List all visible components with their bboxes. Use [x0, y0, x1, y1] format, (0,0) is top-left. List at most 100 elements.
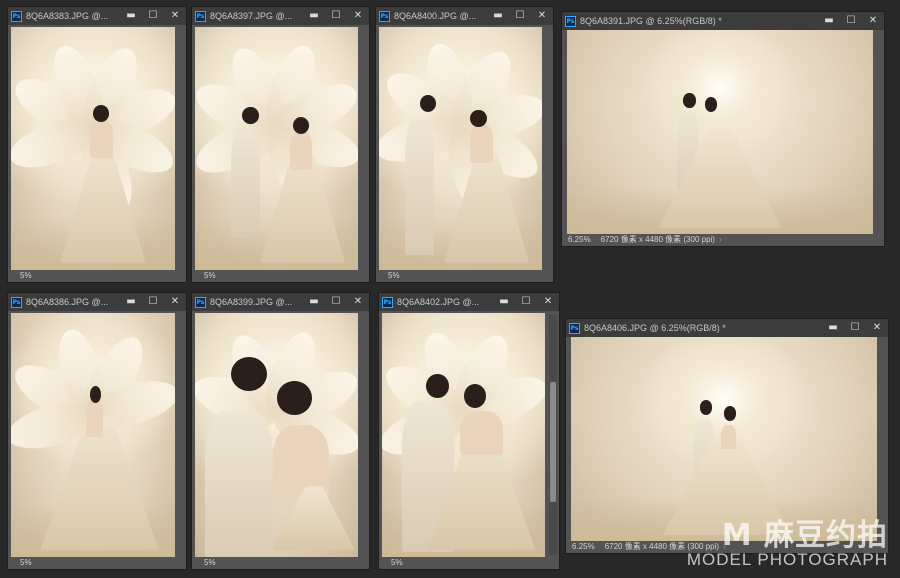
photoshop-icon: Ps — [11, 10, 22, 22]
window-title: 8Q6A8399.JPG @... — [210, 297, 293, 307]
photoshop-icon: Ps — [379, 10, 390, 22]
status-bar: 5% — [376, 270, 553, 282]
photo-canvas[interactable] — [11, 313, 175, 557]
minimize-icon[interactable]: ▬ — [487, 7, 509, 25]
zoom-level[interactable]: 5% — [8, 270, 32, 282]
document-dimensions: 6720 像素 x 4480 像素 (300 ppi) — [600, 235, 715, 244]
photo-canvas[interactable] — [571, 337, 877, 541]
window-title: 8Q6A8391.JPG @ 6.25%(RGB/8) * — [580, 16, 722, 26]
bride-head — [93, 104, 110, 122]
window-titlebar[interactable]: Ps 8Q6A8386.JPG @... ▬ ☐ ✕ — [8, 293, 186, 311]
groom-head — [242, 107, 259, 125]
window-titlebar[interactable]: Ps 8Q6A8391.JPG @ 6.25%(RGB/8) * ▬ ☐ ✕ — [562, 12, 884, 30]
bride-torso — [720, 424, 737, 450]
groom-figure — [405, 119, 435, 256]
maximize-icon[interactable]: ☐ — [325, 293, 347, 311]
status-bar: 6.25% 6720 像素 x 4480 像素 (300 ppi) › — [562, 234, 884, 246]
photoshop-icon: Ps — [569, 322, 580, 334]
window-title: 8Q6A8406.JPG @ 6.25%(RGB/8) * — [584, 323, 726, 333]
bride-head — [704, 97, 717, 112]
bride-head — [470, 109, 487, 127]
document-window[interactable]: Ps 8Q6A8391.JPG @ 6.25%(RGB/8) * ▬ ☐ ✕ 6… — [561, 11, 885, 247]
zoom-level[interactable]: 5% — [379, 557, 403, 569]
photo-canvas[interactable] — [567, 30, 873, 234]
status-bar: 5% — [192, 557, 369, 569]
minimize-icon[interactable]: ▬ — [303, 293, 325, 311]
minimize-icon[interactable]: ▬ — [120, 293, 142, 311]
window-title: 8Q6A8400.JPG @... — [394, 11, 477, 21]
photoshop-icon: Ps — [11, 296, 22, 308]
close-icon[interactable]: ✕ — [537, 293, 559, 311]
groom-head — [683, 93, 696, 108]
minimize-icon[interactable]: ▬ — [493, 293, 515, 311]
document-window[interactable]: Ps 8Q6A8397.JPG @... ▬ ☐ ✕ 5% — [191, 6, 370, 283]
window-titlebar[interactable]: Ps 8Q6A8397.JPG @... ▬ ☐ ✕ — [192, 7, 369, 25]
close-icon[interactable]: ✕ — [866, 319, 888, 337]
close-icon[interactable]: ✕ — [164, 293, 186, 311]
close-icon[interactable]: ✕ — [531, 7, 553, 25]
document-window[interactable]: Ps 8Q6A8402.JPG @... ▬ ☐ ✕ 5% — [378, 292, 560, 570]
close-icon[interactable]: ✕ — [862, 12, 884, 30]
window-titlebar[interactable]: Ps 8Q6A8406.JPG @ 6.25%(RGB/8) * ▬ ☐ ✕ — [566, 319, 888, 337]
maximize-icon[interactable]: ☐ — [142, 7, 164, 25]
watermark: M 麻豆约拍 MODEL PHOTOGRAPH — [687, 521, 888, 570]
vertical-scrollbar[interactable] — [549, 315, 557, 555]
photo-canvas[interactable] — [379, 27, 542, 270]
window-title: 8Q6A8402.JPG @... — [397, 297, 480, 307]
minimize-icon[interactable]: ▬ — [303, 7, 325, 25]
photo-canvas[interactable] — [195, 313, 358, 557]
minimize-icon[interactable]: ▬ — [818, 12, 840, 30]
close-icon[interactable]: ✕ — [347, 293, 369, 311]
watermark-caption: MODEL PHOTOGRAPH — [686, 550, 888, 570]
bride-head — [292, 116, 310, 134]
zoom-level[interactable]: 5% — [192, 270, 216, 282]
status-bar: 5% — [8, 557, 186, 569]
status-bar: 5% — [8, 270, 186, 282]
bride-torso — [89, 119, 113, 159]
groom-head — [699, 400, 712, 415]
maximize-icon[interactable]: ☐ — [142, 293, 164, 311]
maximize-icon[interactable]: ☐ — [840, 12, 862, 30]
zoom-level[interactable]: 6.25% — [566, 541, 595, 553]
maximize-icon[interactable]: ☐ — [515, 293, 537, 311]
window-title: 8Q6A8397.JPG @... — [210, 11, 293, 21]
groom-head — [230, 356, 267, 392]
window-titlebar[interactable]: Ps 8Q6A8402.JPG @... ▬ ☐ ✕ — [379, 293, 559, 311]
close-icon[interactable]: ✕ — [347, 7, 369, 25]
window-titlebar[interactable]: Ps 8Q6A8383.JPG @... ▬ ☐ ✕ — [8, 7, 186, 25]
status-bar: 5% — [192, 270, 369, 282]
watermark-logo: M 麻豆约拍 — [721, 518, 888, 554]
maximize-icon[interactable]: ☐ — [844, 319, 866, 337]
photo-canvas[interactable] — [382, 313, 545, 557]
window-titlebar[interactable]: Ps 8Q6A8399.JPG @... ▬ ☐ ✕ — [192, 293, 369, 311]
bride-torso — [289, 131, 313, 171]
zoom-level[interactable]: 5% — [192, 557, 216, 569]
document-window[interactable]: Ps 8Q6A8399.JPG @... ▬ ☐ ✕ 5% — [191, 292, 370, 570]
groom-figure — [230, 129, 261, 239]
groom-head — [426, 374, 449, 399]
minimize-icon[interactable]: ▬ — [120, 7, 142, 25]
document-window[interactable]: Ps 8Q6A8400.JPG @... ▬ ☐ ✕ 5% — [375, 6, 554, 283]
photo-canvas[interactable] — [11, 27, 175, 270]
window-titlebar[interactable]: Ps 8Q6A8400.JPG @... ▬ ☐ ✕ — [376, 7, 553, 25]
minimize-icon[interactable]: ▬ — [822, 319, 844, 337]
bride-torso — [86, 398, 103, 438]
scrollbar-thumb[interactable] — [550, 382, 556, 503]
maximize-icon[interactable]: ☐ — [325, 7, 347, 25]
document-window[interactable]: Ps 8Q6A8386.JPG @... ▬ ☐ ✕ 5% — [7, 292, 187, 570]
bride-head — [724, 406, 737, 421]
groom-head — [419, 95, 437, 113]
zoom-level[interactable]: 5% — [376, 270, 400, 282]
document-window[interactable]: Ps 8Q6A8383.JPG @... ▬ ☐ ✕ 5% — [7, 6, 187, 283]
photoshop-icon: Ps — [565, 15, 576, 27]
bride-torso — [460, 410, 503, 455]
status-menu-arrow[interactable]: › — [715, 234, 722, 246]
zoom-level[interactable]: 5% — [8, 557, 32, 569]
photoshop-icon: Ps — [195, 296, 206, 308]
window-title: 8Q6A8386.JPG @... — [26, 297, 109, 307]
photo-canvas[interactable] — [195, 27, 358, 270]
close-icon[interactable]: ✕ — [164, 7, 186, 25]
status-bar: 5% — [379, 557, 559, 569]
maximize-icon[interactable]: ☐ — [509, 7, 531, 25]
zoom-level[interactable]: 6.25% — [562, 234, 591, 246]
